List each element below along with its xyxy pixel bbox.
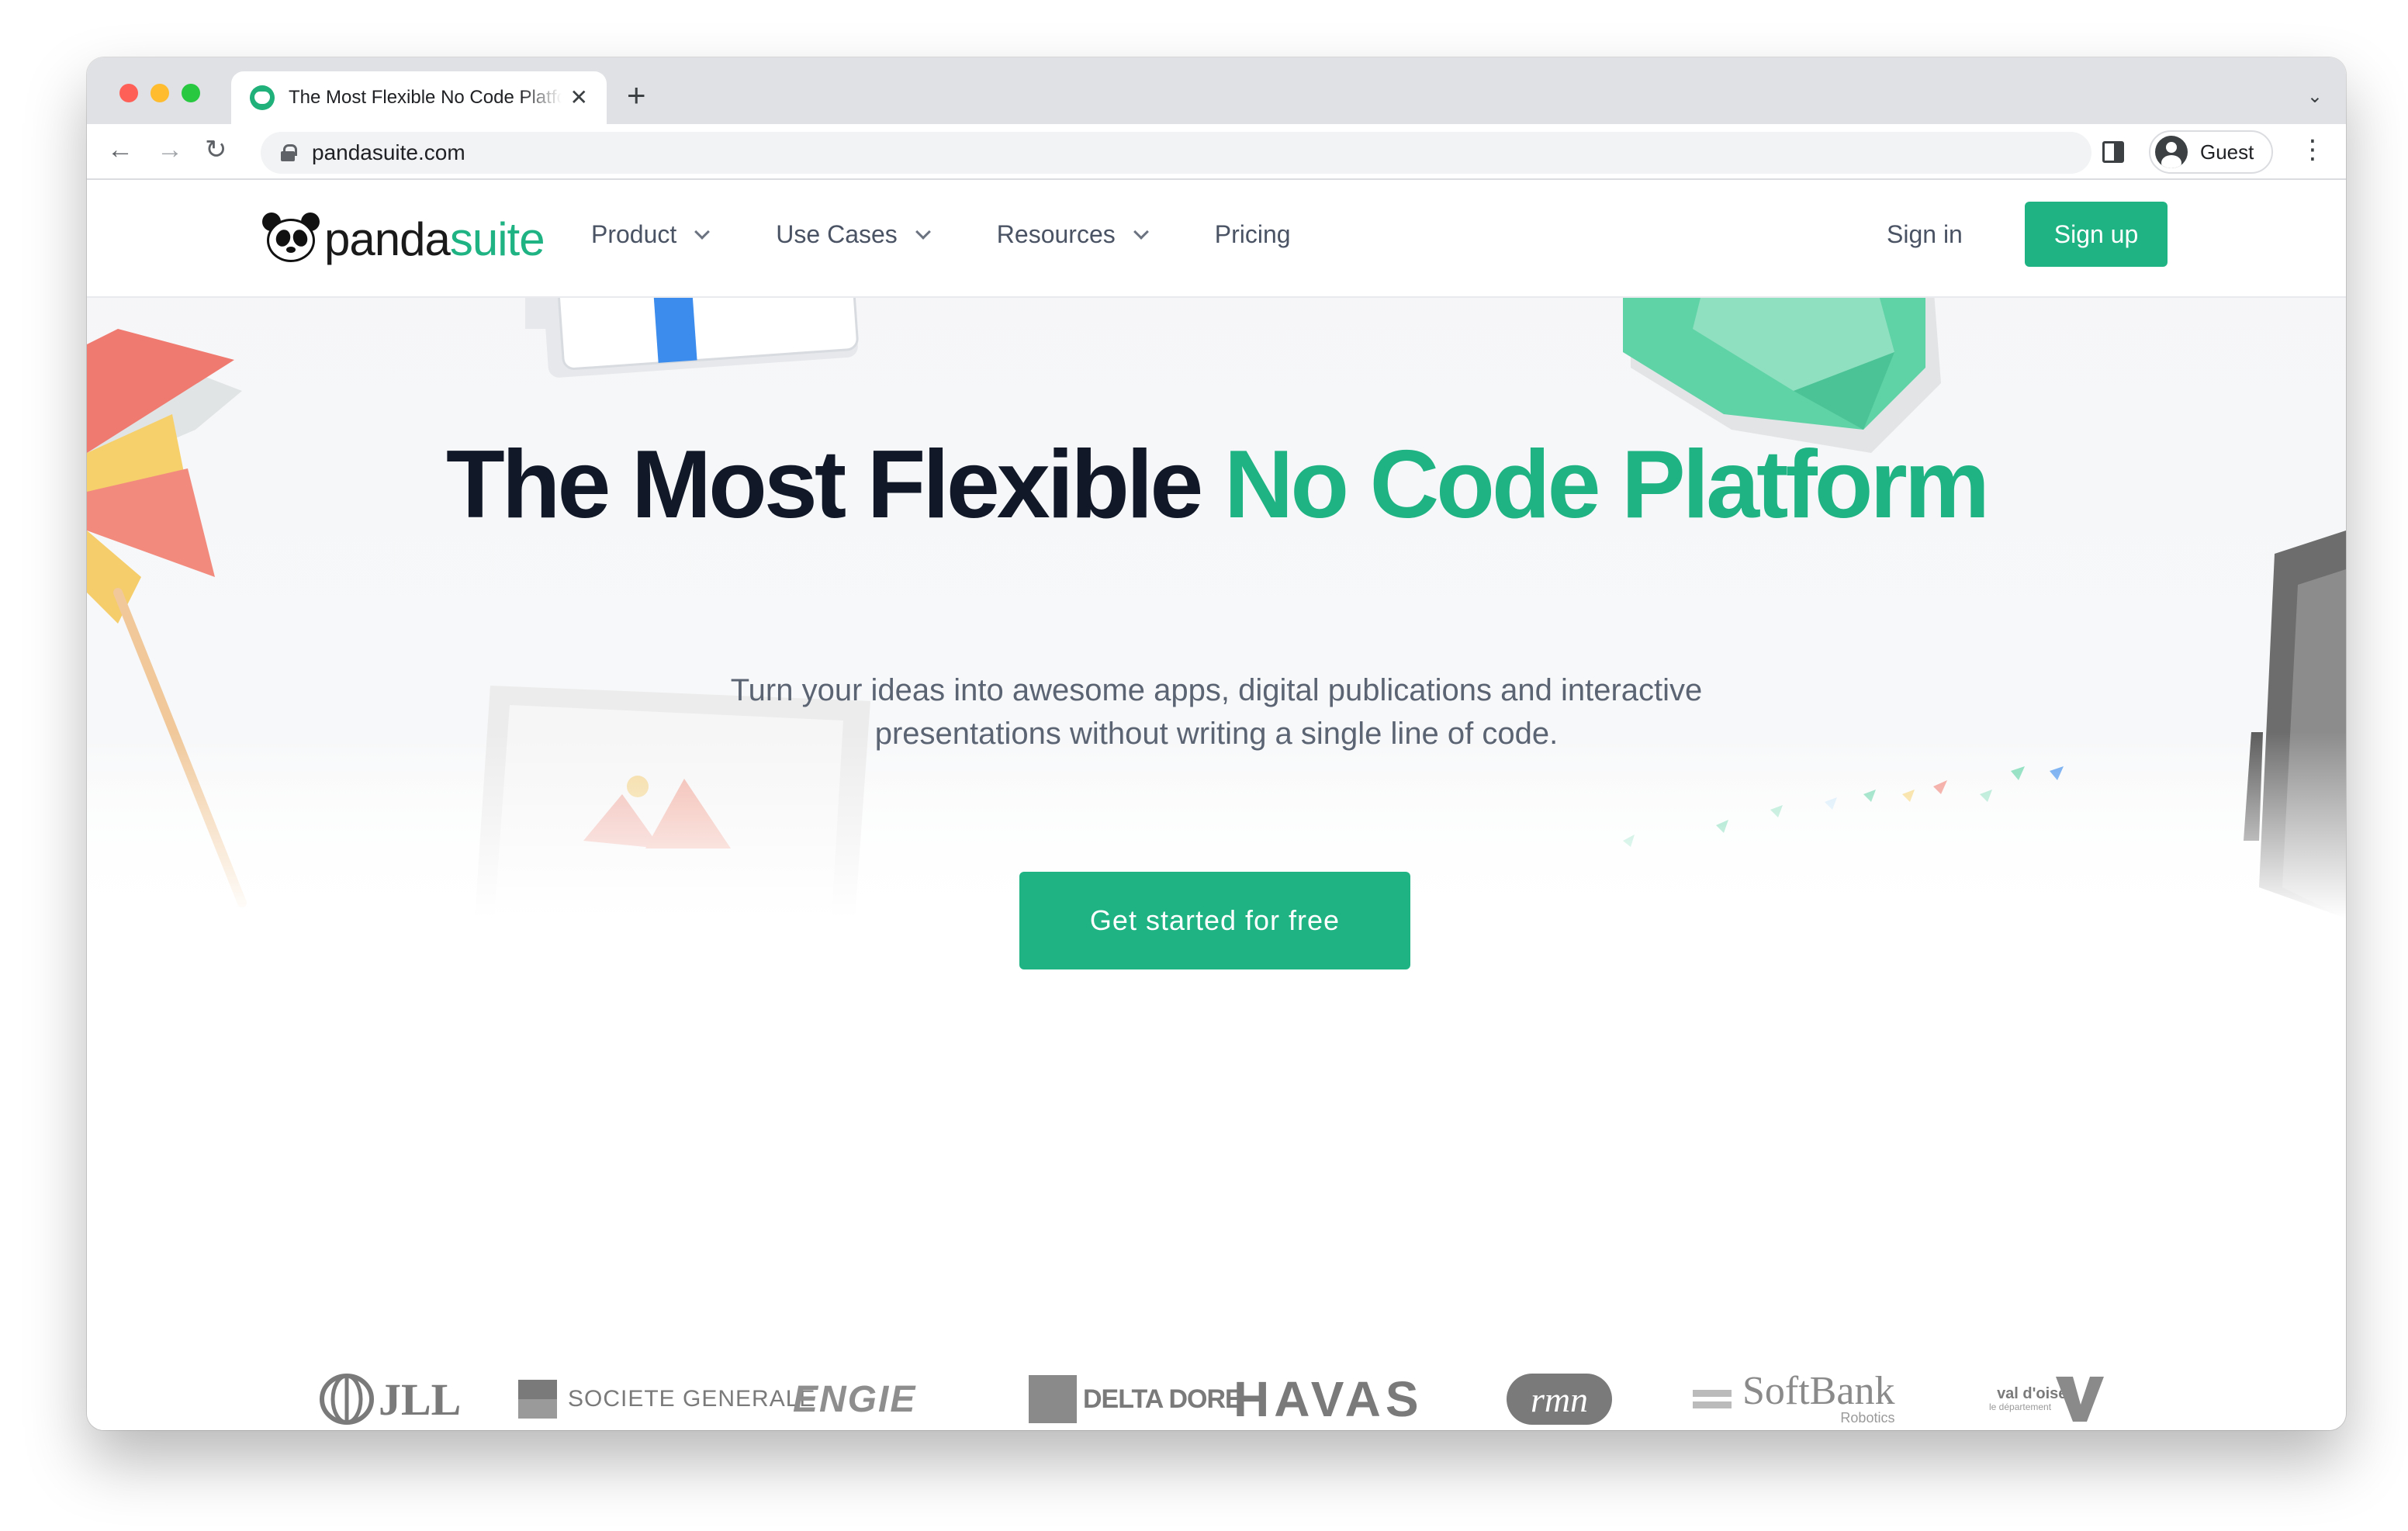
browser-tab-active[interactable]: The Most Flexible No Code Platform ✕ (231, 71, 607, 124)
nav-item-use-cases[interactable]: Use Cases (776, 220, 931, 249)
maximize-window-button[interactable] (182, 84, 200, 102)
hero-subtitle-line-1: Turn your ideas into awesome apps, digit… (730, 673, 1703, 707)
browser-menu-icon[interactable]: ⋮ (2299, 137, 2326, 163)
havas-logo: HAVAS (1233, 1368, 1424, 1430)
chevron-down-icon (694, 223, 711, 240)
hero-subtitle-line-2: presentations without writing a single l… (874, 717, 1559, 751)
sign-in-link[interactable]: Sign in (1887, 220, 1963, 249)
browser-window: The Most Flexible No Code Platform ✕ + ⌄… (87, 57, 2346, 1430)
hero-title-accent: No Code Platform (1223, 431, 1990, 538)
site-header: panda suite Product Use Cases Resources P… (87, 181, 2346, 298)
hero-subtitle: Turn your ideas into awesome apps, digit… (87, 669, 2346, 755)
back-button[interactable]: ← (107, 137, 133, 163)
profile-button[interactable]: Guest (2149, 130, 2273, 174)
nav-item-pricing[interactable]: Pricing (1215, 220, 1291, 249)
societe-generale-mark-icon (518, 1380, 557, 1419)
profile-label: Guest (2200, 140, 2254, 164)
havas-logo-text: HAVAS (1233, 1371, 1424, 1427)
profile-avatar-icon (2155, 136, 2188, 168)
jll-mark-icon (320, 1374, 374, 1425)
reload-button[interactable]: ↻ (205, 137, 227, 163)
page-content: panda suite Product Use Cases Resources P… (87, 181, 2346, 1430)
delta-dore-logo: DELTA DORE (1029, 1368, 1243, 1430)
nav-item-label: Product (591, 220, 677, 248)
address-url[interactable]: pandasuite.com (312, 140, 465, 165)
forward-button[interactable]: → (157, 137, 183, 163)
window-controls (119, 84, 200, 102)
tab-search-chevron-icon[interactable]: ⌄ (2307, 85, 2323, 108)
softbank-logo-subtext: Robotics (1840, 1409, 1895, 1426)
browser-toolbar: ← → ↻ pandasuite.com Guest ⋮ (87, 124, 2346, 180)
softbank-robotics-logo: SoftBank Robotics (1693, 1368, 1894, 1430)
chevron-down-icon (915, 223, 931, 240)
engie-logo: ENGIE (793, 1368, 916, 1430)
val-doise-logo: val d'oise le département (1989, 1368, 2105, 1430)
nav-item-product[interactable]: Product (591, 220, 711, 249)
panda-logo-icon (262, 213, 320, 267)
nav-item-label: Use Cases (776, 220, 898, 248)
delta-dore-logo-text: DELTA DORE (1083, 1384, 1243, 1414)
val-doise-v-mark-icon (2056, 1377, 2105, 1422)
nav-item-label: Resources (996, 220, 1116, 248)
hero-title: The Most Flexible No Code Platform (87, 430, 2346, 540)
new-tab-button[interactable]: + (627, 79, 646, 112)
tab-close-icon[interactable]: ✕ (570, 87, 588, 109)
sign-up-button[interactable]: Sign up (2025, 202, 2168, 267)
jll-logo: JLL (320, 1368, 461, 1430)
device-illustration (525, 298, 859, 378)
pandasuite-favicon-icon (250, 85, 275, 110)
engie-logo-text: ENGIE (793, 1378, 917, 1420)
client-logos-strip: JLL SOCIETE GENERALE ENGIE DELTA DORE HA… (87, 1368, 2346, 1430)
nav-item-resources[interactable]: Resources (996, 220, 1149, 249)
minimize-window-button[interactable] (150, 84, 169, 102)
address-bar[interactable]: pandasuite.com (261, 132, 2091, 174)
softbank-mark-icon (1693, 1390, 1732, 1408)
logo-text-suite: suite (449, 213, 545, 265)
get-started-button[interactable]: Get started for free (1019, 872, 1410, 969)
delta-dore-mark-icon (1029, 1375, 1077, 1423)
close-window-button[interactable] (119, 84, 138, 102)
side-panel-icon[interactable] (2102, 141, 2124, 163)
chevron-down-icon (1133, 223, 1149, 240)
tab-title: The Most Flexible No Code Platform (289, 87, 562, 108)
pandasuite-logo[interactable]: panda suite (262, 213, 545, 267)
societe-generale-logo: SOCIETE GENERALE (518, 1368, 816, 1430)
societe-generale-logo-text: SOCIETE GENERALE (568, 1386, 816, 1412)
rmn-logo-text: rmn (1507, 1374, 1612, 1425)
main-nav: Product Use Cases Resources Pricing (591, 220, 1359, 249)
jll-logo-text: JLL (379, 1374, 462, 1425)
logo-text-panda: panda (324, 213, 451, 265)
tab-strip: The Most Flexible No Code Platform ✕ + ⌄ (87, 57, 2346, 124)
nav-item-label: Pricing (1214, 220, 1291, 248)
softbank-logo-text: SoftBank (1742, 1368, 1895, 1413)
rmn-logo: rmn (1507, 1368, 1612, 1430)
lock-icon[interactable] (281, 144, 297, 161)
hero-title-main: The Most Flexible (445, 431, 1203, 538)
hero-illustrations (87, 298, 2346, 918)
val-doise-logo-subtext: le département (1989, 1401, 2052, 1412)
val-doise-logo-text: val d'oise (1997, 1385, 2067, 1402)
